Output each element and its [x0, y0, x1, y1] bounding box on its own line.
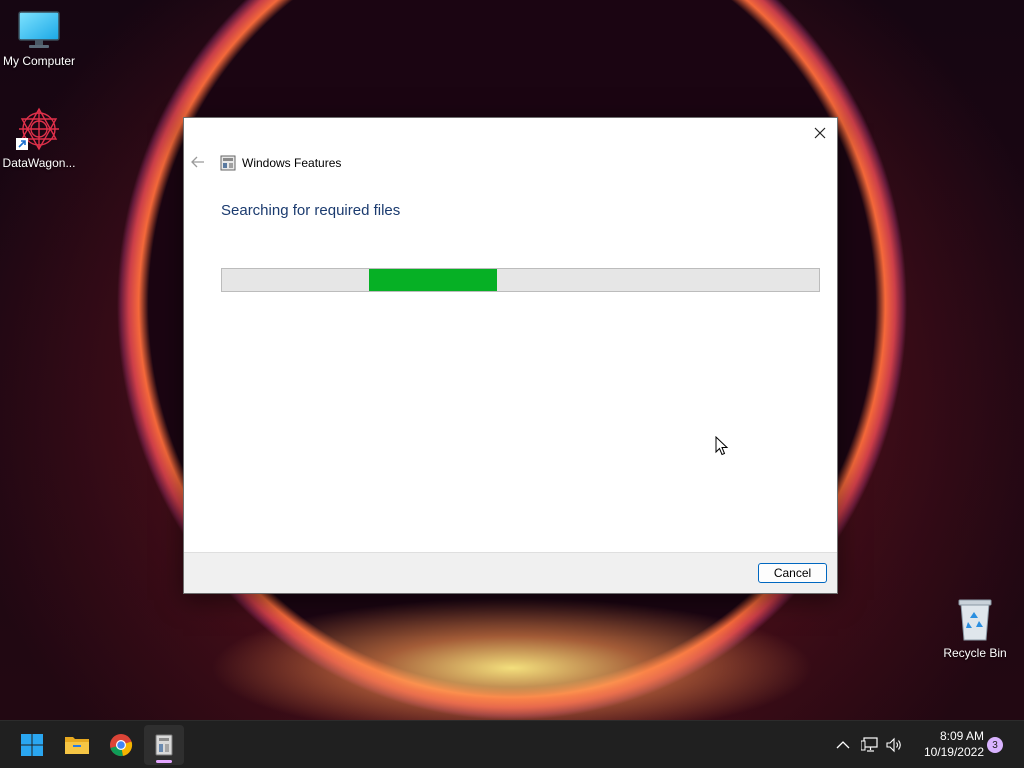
notification-badge[interactable]: 3 [987, 737, 1003, 753]
taskbar-chrome[interactable] [101, 725, 141, 765]
monitor-icon [17, 10, 61, 50]
speaker-icon [886, 737, 901, 753]
start-button[interactable] [12, 725, 52, 765]
network-button[interactable] [861, 736, 879, 754]
taskbar-file-explorer[interactable] [57, 725, 97, 765]
desktop-icon-label: DataWagon... [2, 156, 76, 170]
show-hidden-icons-button[interactable] [834, 736, 852, 754]
desktop-icon-label: My Computer [2, 54, 76, 68]
dialog-title-row: Windows Features [220, 154, 341, 172]
desktop-icon-recycle-bin[interactable]: Recycle Bin [935, 596, 1015, 660]
status-heading: Searching for required files [221, 202, 401, 219]
taskbar-windows-features[interactable] [144, 725, 184, 765]
windows-features-dialog: Windows Features Searching for required … [183, 117, 838, 594]
progress-bar [221, 268, 820, 292]
chevron-up-icon [836, 741, 850, 749]
progress-bar-fill [369, 269, 497, 291]
windows-start-icon [21, 734, 43, 756]
clock-time: 8:09 AM [939, 729, 984, 743]
desktop-icon-my-computer[interactable]: My Computer [0, 10, 79, 68]
datawagon-shortcut-icon [16, 106, 62, 152]
taskbar: 8:09 AM 10/19/2022 3 [0, 720, 1024, 768]
network-icon [861, 737, 878, 752]
clock-date: 10/19/2022 [923, 745, 984, 759]
close-icon [814, 127, 826, 139]
back-button[interactable] [190, 154, 206, 170]
system-clock[interactable]: 8:09 AM 10/19/2022 [910, 728, 984, 760]
folder-icon [65, 737, 89, 754]
recycle-bin-icon [955, 596, 995, 642]
chrome-icon [110, 734, 133, 757]
desktop: My Computer DataWagon... Recycle Bin Win… [0, 0, 1024, 768]
arrow-left-icon [191, 156, 204, 168]
windows-features-icon [155, 734, 173, 756]
close-button[interactable] [809, 122, 831, 144]
volume-button[interactable] [886, 736, 904, 754]
windows-features-icon [220, 155, 236, 171]
desktop-icon-datawagon[interactable]: DataWagon... [0, 106, 79, 170]
cancel-button[interactable]: Cancel [758, 563, 827, 583]
dialog-footer: Cancel [184, 552, 837, 593]
mouse-cursor [715, 435, 729, 460]
active-app-indicator [156, 760, 172, 763]
pointer-icon [715, 435, 729, 456]
dialog-title: Windows Features [242, 156, 342, 170]
desktop-icon-label: Recycle Bin [943, 646, 1007, 660]
